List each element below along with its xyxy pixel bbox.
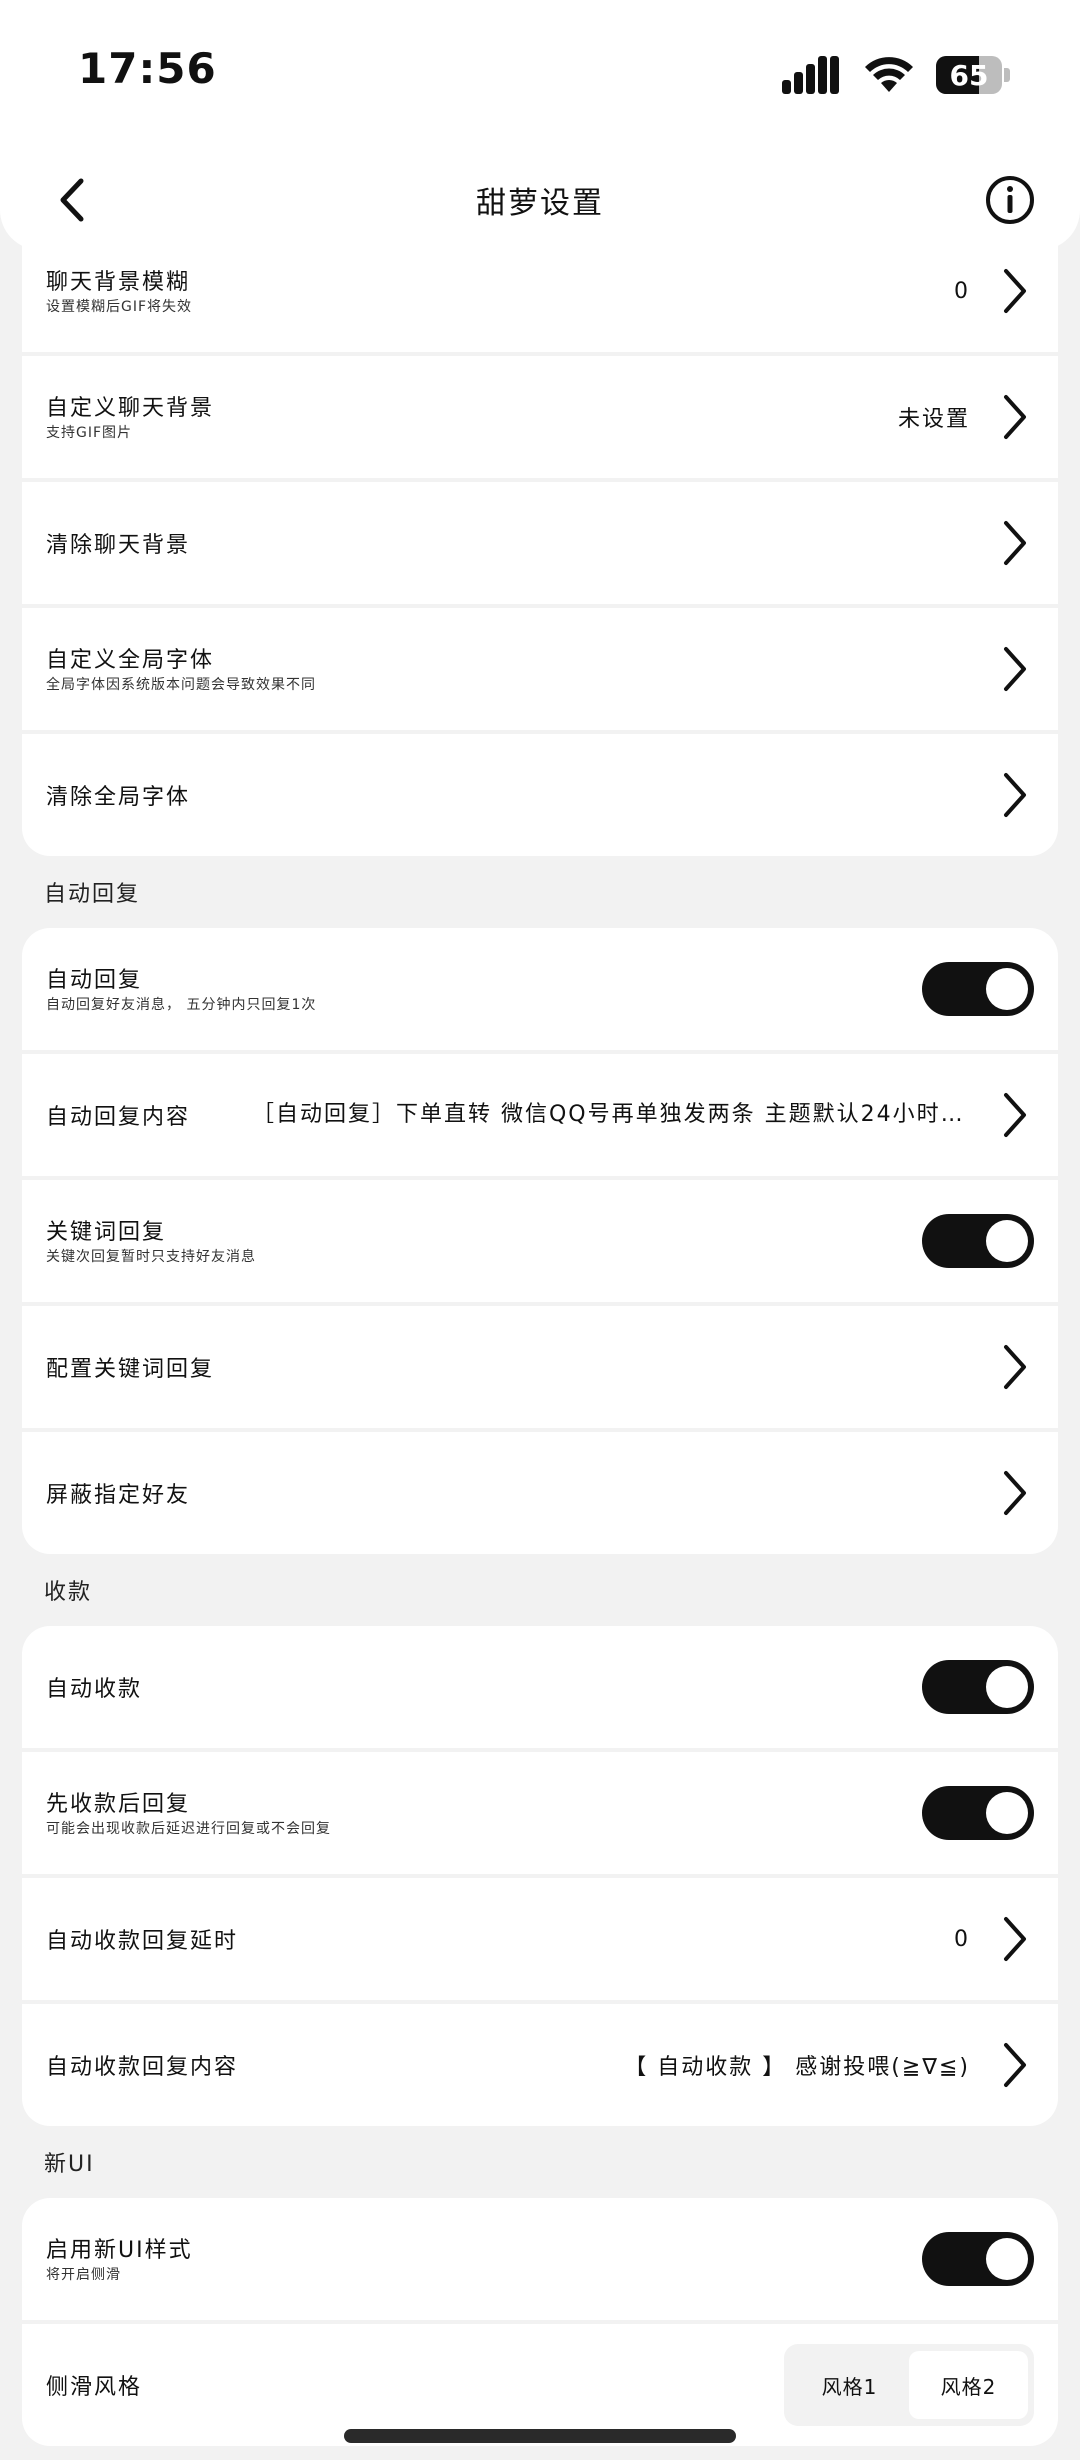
- swipe-style-segmented-control: 风格1 风格2: [784, 2344, 1034, 2426]
- pay-first-reply-toggle[interactable]: [922, 1786, 1034, 1840]
- chevron-right-icon: [1004, 1917, 1026, 1961]
- auto-payment-row: 自动收款: [22, 1626, 1058, 1752]
- chevron-right-icon: [1004, 395, 1026, 439]
- row-title: 清除全局字体: [46, 785, 191, 810]
- row-title: 清除聊天背景: [46, 533, 191, 558]
- row-subtitle: 可能会出现收款后延迟进行回复或不会回复: [46, 1821, 331, 1837]
- row-value: 未设置: [897, 407, 970, 432]
- custom-global-font-row[interactable]: 自定义全局字体 全局字体因系统版本问题会导致效果不同: [22, 608, 1058, 734]
- pay-first-reply-row: 先收款后回复 可能会出现收款后延迟进行回复或不会回复: [22, 1752, 1058, 1878]
- payment-reply-delay-row[interactable]: 自动收款回复延时 0: [22, 1878, 1058, 2004]
- row-title: 自定义全局字体: [46, 648, 215, 673]
- battery-icon: 65: [936, 56, 1002, 94]
- keyword-reply-row: 关键词回复 关键次回复暂时只支持好友消息: [22, 1180, 1058, 1306]
- custom-chat-background-row[interactable]: 自定义聊天背景 支持GIF图片 未设置: [22, 356, 1058, 482]
- row-subtitle: 关键次回复暂时只支持好友消息: [46, 1249, 256, 1265]
- row-value: 【 自动收款 】 感谢投喂(≧∇≦): [624, 2055, 970, 2080]
- auto-reply-content-row[interactable]: 自动回复内容 ［自动回复］下单直转 微信QQ号再单独发两条 主题默认24小时内出…: [22, 1054, 1058, 1180]
- configure-keyword-reply-row[interactable]: 配置关键词回复: [22, 1306, 1058, 1432]
- section-header-auto-reply: 自动回复: [44, 882, 141, 907]
- chevron-right-icon: [1004, 521, 1026, 565]
- row-value: 0: [954, 1926, 970, 1952]
- section-header-new-ui: 新UI: [44, 2152, 95, 2177]
- chevron-right-icon: [1004, 269, 1026, 313]
- row-title: 自动收款回复延时: [46, 1929, 239, 1954]
- swipe-style-option-1[interactable]: 风格1: [790, 2351, 909, 2419]
- row-title: 先收款后回复: [46, 1792, 191, 1817]
- payment-reply-content-row[interactable]: 自动收款回复内容 【 自动收款 】 感谢投喂(≧∇≦): [22, 2004, 1058, 2126]
- chevron-right-icon: [1004, 1471, 1026, 1515]
- new-ui-card: 启用新UI样式 将开启侧滑 侧滑风格 风格1 风格2: [22, 2198, 1058, 2446]
- section-header-payment: 收款: [44, 1580, 93, 1605]
- wifi-icon: [865, 57, 913, 92]
- chevron-right-icon: [1004, 1345, 1026, 1389]
- auto-payment-toggle[interactable]: [922, 1660, 1034, 1714]
- swipe-style-option-2[interactable]: 风格2: [909, 2351, 1028, 2419]
- chevron-right-icon: [1004, 647, 1026, 691]
- row-title: 自动回复: [46, 968, 143, 993]
- payment-card: 自动收款 先收款后回复 可能会出现收款后延迟进行回复或不会回复 自动收款回复延时…: [22, 1626, 1058, 2126]
- row-title: 配置关键词回复: [46, 1357, 215, 1382]
- nav-bar: 甜萝设置: [0, 150, 1080, 250]
- status-bar: 17:56 65: [0, 0, 1080, 150]
- info-icon: [986, 176, 1034, 224]
- row-subtitle: 设置模糊后GIF将失效: [46, 299, 193, 315]
- enable-new-ui-row: 启用新UI样式 将开启侧滑: [22, 2198, 1058, 2324]
- row-title: 启用新UI样式: [46, 2238, 193, 2263]
- row-title: 自动收款回复内容: [46, 2055, 239, 2080]
- auto-reply-toggle[interactable]: [922, 962, 1034, 1016]
- enable-new-ui-toggle[interactable]: [922, 2232, 1034, 2286]
- status-time: 17:56: [78, 44, 217, 93]
- row-value: ［自动回复］下单直转 微信QQ号再单独发两条 主题默认24小时内出…: [252, 1102, 970, 1127]
- page-title: 甜萝设置: [476, 186, 604, 221]
- home-indicator[interactable]: [344, 2429, 736, 2443]
- keyword-reply-toggle[interactable]: [922, 1214, 1034, 1268]
- settings-list: 聊天背景模糊 设置模糊后GIF将失效 0 自定义聊天背景 支持GIF图片 未设置…: [0, 230, 1080, 2446]
- auto-reply-card: 自动回复 自动回复好友消息， 五分钟内只回复1次 自动回复内容 ［自动回复］下单…: [22, 928, 1058, 1554]
- clear-chat-background-row[interactable]: 清除聊天背景: [22, 482, 1058, 608]
- chevron-right-icon: [1004, 2043, 1026, 2087]
- row-title: 屏蔽指定好友: [46, 1483, 191, 1508]
- row-subtitle: 支持GIF图片: [46, 425, 133, 441]
- background-settings-card: 聊天背景模糊 设置模糊后GIF将失效 0 自定义聊天背景 支持GIF图片 未设置…: [22, 230, 1058, 856]
- clear-global-font-row[interactable]: 清除全局字体: [22, 734, 1058, 856]
- row-title: 聊天背景模糊: [46, 270, 191, 295]
- battery-level: 65: [949, 58, 989, 92]
- row-title: 自动收款: [46, 1677, 143, 1702]
- chevron-right-icon: [1004, 773, 1026, 817]
- chevron-right-icon: [1004, 1093, 1026, 1137]
- row-title: 侧滑风格: [46, 2375, 143, 2400]
- swipe-style-row: 侧滑风格 风格1 风格2: [22, 2324, 1058, 2446]
- row-title: 自动回复内容: [46, 1105, 191, 1130]
- info-button[interactable]: [978, 168, 1042, 232]
- status-icons: 65: [782, 50, 1010, 100]
- cellular-signal-icon: [782, 56, 839, 94]
- block-friends-row[interactable]: 屏蔽指定好友: [22, 1432, 1058, 1554]
- row-title: 关键词回复: [46, 1220, 167, 1245]
- auto-reply-row: 自动回复 自动回复好友消息， 五分钟内只回复1次: [22, 928, 1058, 1054]
- row-title: 自定义聊天背景: [46, 396, 215, 421]
- row-subtitle: 自动回复好友消息， 五分钟内只回复1次: [46, 997, 317, 1013]
- row-subtitle: 将开启侧滑: [46, 2267, 121, 2283]
- row-subtitle: 全局字体因系统版本问题会导致效果不同: [46, 677, 316, 693]
